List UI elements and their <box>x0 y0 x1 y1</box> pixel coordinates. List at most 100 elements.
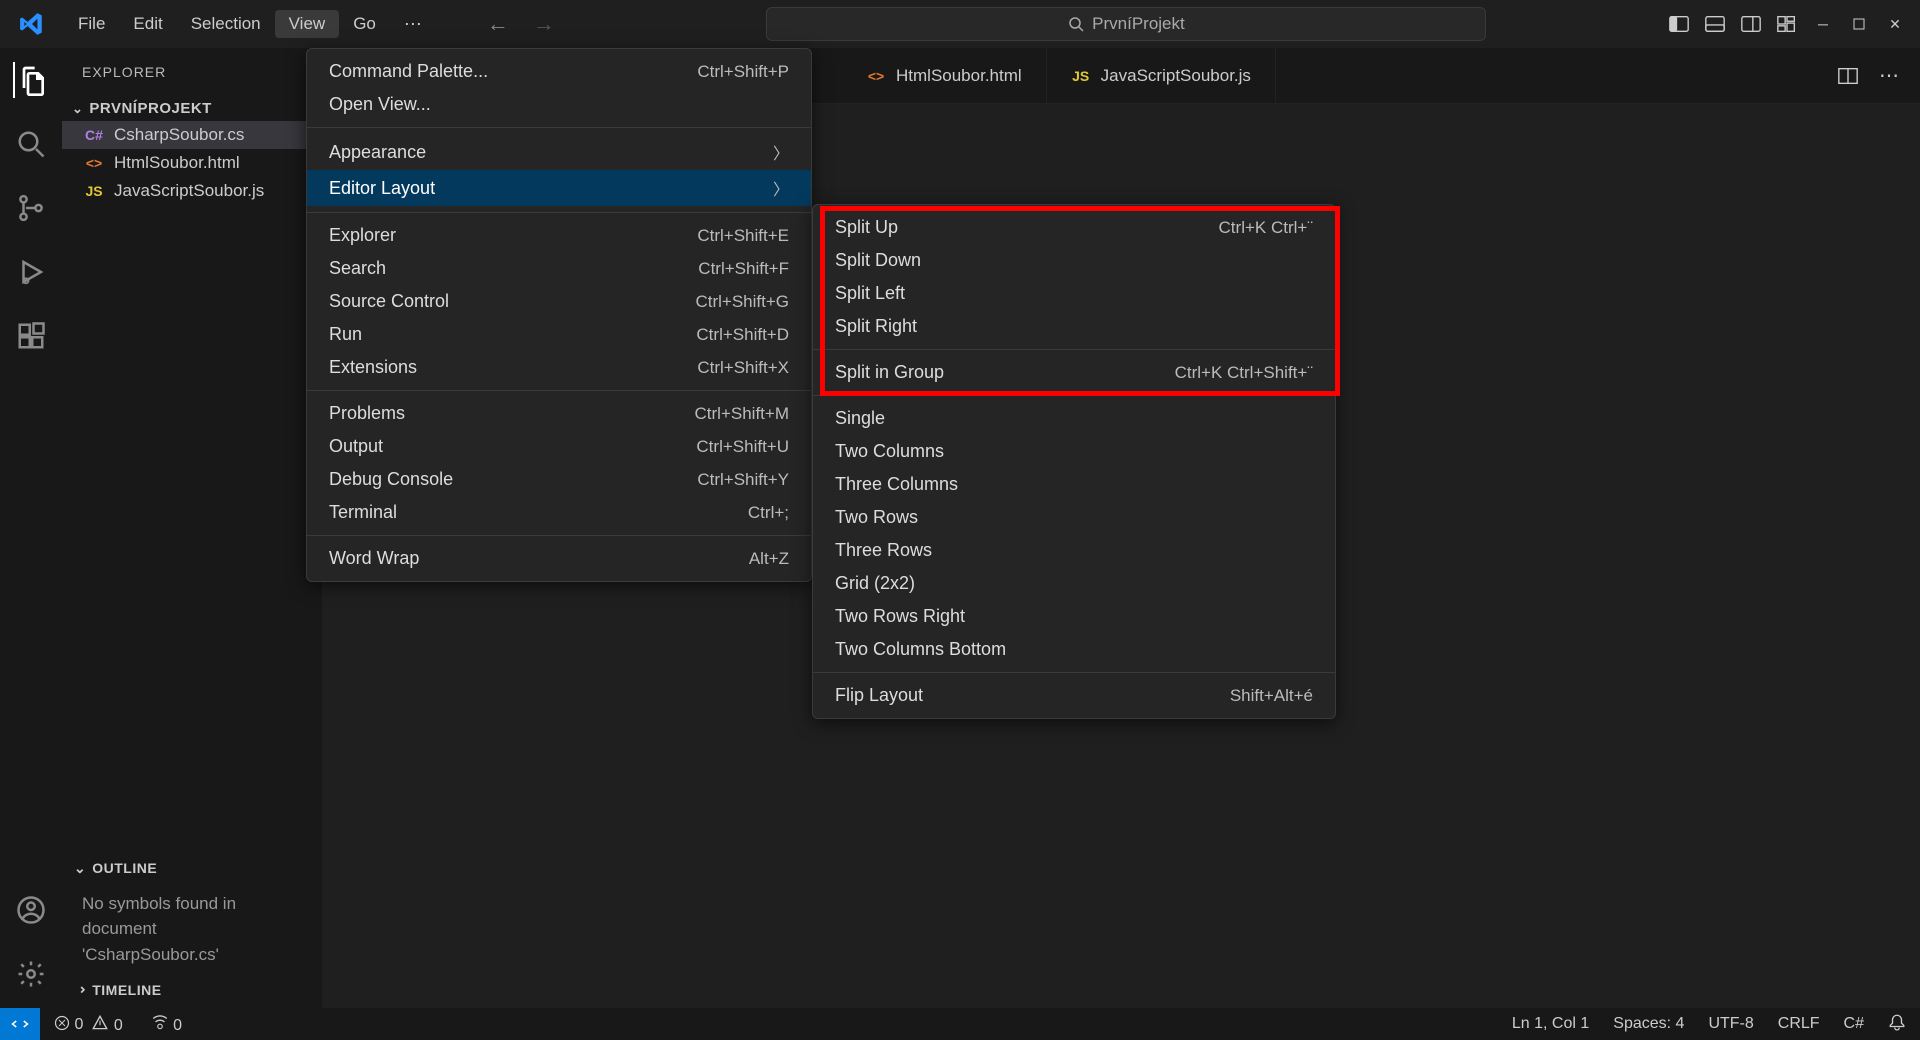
status-language[interactable]: C# <box>1844 1015 1864 1033</box>
nav-arrows: ← → <box>487 11 555 37</box>
activity-source-control-icon[interactable] <box>13 190 49 226</box>
file-row[interactable]: JSJavaScriptSoubor.js <box>62 177 322 205</box>
status-eol[interactable]: CRLF <box>1778 1015 1820 1033</box>
toggle-panel-icon[interactable] <box>1704 13 1726 35</box>
menu-item[interactable]: Two Rows <box>813 501 1335 534</box>
menu-item[interactable]: Problems Ctrl+Shift+M <box>307 397 811 430</box>
menu-item[interactable]: ExplorerCtrl+Shift+E <box>307 219 811 252</box>
window-minimize[interactable]: ─ <box>1812 13 1834 35</box>
menu-item[interactable]: Two Rows Right <box>813 600 1335 633</box>
editor-tab[interactable]: JSJavaScriptSoubor.js <box>1047 48 1276 103</box>
timeline-section: ⌄ TIMELINE <box>62 975 322 1008</box>
file-row[interactable]: <>HtmlSoubor.html <box>62 149 322 177</box>
menu-item[interactable]: Appearance〉 <box>307 134 811 170</box>
menu-go[interactable]: Go <box>339 10 390 38</box>
outline-section: ⌄ OUTLINE No symbols found in document '… <box>62 854 322 976</box>
menu-item[interactable]: Split Left <box>813 277 1335 310</box>
more-actions-icon[interactable]: ⋯ <box>1879 63 1900 88</box>
menu-label: Problems <box>329 403 405 424</box>
menu-item[interactable]: Single <box>813 402 1335 435</box>
menu-selection[interactable]: Selection <box>177 10 275 38</box>
menu-item[interactable]: Split Right <box>813 310 1335 343</box>
window-maximize[interactable] <box>1848 13 1870 35</box>
status-spaces[interactable]: Spaces: 4 <box>1613 1015 1684 1033</box>
toggle-secondary-sidebar-icon[interactable] <box>1740 13 1762 35</box>
menu-item[interactable]: Two Columns <box>813 435 1335 468</box>
menu-label: Debug Console <box>329 469 453 490</box>
activity-settings-icon[interactable] <box>13 956 49 992</box>
shortcut: Ctrl+K Ctrl+¨ <box>1219 218 1313 238</box>
activity-search-icon[interactable] <box>13 126 49 162</box>
menu-item[interactable]: ExtensionsCtrl+Shift+X <box>307 351 811 384</box>
activity-explorer-icon[interactable] <box>13 62 49 98</box>
status-remote-icon[interactable] <box>0 1008 40 1040</box>
nav-forward-icon[interactable]: → <box>533 11 555 37</box>
status-errors[interactable]: 0 <box>54 1015 83 1034</box>
titlebar-right: ─ ✕ <box>1668 13 1906 35</box>
menu-item[interactable]: Flip LayoutShift+Alt+é <box>813 679 1335 712</box>
window-close[interactable]: ✕ <box>1884 13 1906 35</box>
menu-item[interactable]: Three Rows <box>813 534 1335 567</box>
outline-empty: No symbols found in document 'CsharpSoub… <box>62 883 322 976</box>
menu-item[interactable]: Word WrapAlt+Z <box>307 542 811 575</box>
command-center-label: PrvníProjekt <box>1092 14 1185 34</box>
shortcut: Ctrl+Shift+M <box>695 404 789 424</box>
menu-item[interactable]: OutputCtrl+Shift+U <box>307 430 811 463</box>
menu-item[interactable]: Two Columns Bottom <box>813 633 1335 666</box>
nav-back-icon[interactable]: ← <box>487 11 509 37</box>
toggle-primary-sidebar-icon[interactable] <box>1668 13 1690 35</box>
menu-file[interactable]: File <box>64 10 119 38</box>
status-notifications-icon[interactable] <box>1888 1013 1906 1036</box>
shortcut: Ctrl+Shift+E <box>697 226 789 246</box>
editor-tab[interactable]: <>HtmlSoubor.html <box>842 48 1047 103</box>
menu-item[interactable]: Split UpCtrl+K Ctrl+¨ <box>813 211 1335 244</box>
file-icon: <> <box>84 155 104 171</box>
menu-label: Source Control <box>329 291 449 312</box>
activity-run-icon[interactable] <box>13 254 49 290</box>
menu-item[interactable]: Grid (2x2) <box>813 567 1335 600</box>
file-row[interactable]: C#CsharpSoubor.cs <box>62 121 322 149</box>
menu-edit[interactable]: Edit <box>119 10 176 38</box>
outline-header[interactable]: ⌄ OUTLINE <box>62 854 322 883</box>
command-center-input[interactable]: PrvníProjekt <box>766 7 1486 41</box>
menu-item[interactable]: Command Palette...Ctrl+Shift+P <box>307 55 811 88</box>
menu-item[interactable]: SearchCtrl+Shift+F <box>307 252 811 285</box>
statusbar: 0 0 0 Ln 1, Col 1 Spaces: 4 UTF-8 CRLF C… <box>0 1008 1920 1040</box>
menu-label: Terminal <box>329 502 397 523</box>
file-icon: JS <box>1071 68 1091 84</box>
command-center: PrvníProjekt <box>585 7 1668 41</box>
menu-label: Flip Layout <box>835 685 923 706</box>
project-header[interactable]: ⌄ PRVNÍPROJEKT <box>62 96 322 121</box>
menu-item[interactable]: Editor Layout〉 <box>307 170 811 206</box>
timeline-header[interactable]: ⌄ TIMELINE <box>62 975 322 1004</box>
menu-item[interactable]: Open View... <box>307 88 811 121</box>
activity-account-icon[interactable] <box>13 892 49 928</box>
menu-label: Search <box>329 258 386 279</box>
status-encoding[interactable]: UTF-8 <box>1708 1015 1753 1033</box>
menu-label: Command Palette... <box>329 61 488 82</box>
status-warnings[interactable]: 0 <box>91 1014 122 1035</box>
menu-item[interactable]: Split in GroupCtrl+K Ctrl+Shift+¨ <box>813 356 1335 389</box>
menu-overflow[interactable]: ⋯ <box>390 10 437 39</box>
file-icon: JS <box>84 183 104 199</box>
menu-label: Three Rows <box>835 540 932 561</box>
menu-item[interactable]: Source Control Ctrl+Shift+G <box>307 285 811 318</box>
shortcut: Ctrl+Shift+G <box>695 292 789 312</box>
menu-item[interactable]: TerminalCtrl+; <box>307 496 811 529</box>
menu-item[interactable]: Split Down <box>813 244 1335 277</box>
tab-label: HtmlSoubor.html <box>896 66 1022 86</box>
chevron-right-icon: 〉 <box>773 176 789 200</box>
status-ports[interactable]: 0 <box>151 1014 182 1035</box>
menu-view[interactable]: View <box>275 10 340 38</box>
activity-extensions-icon[interactable] <box>13 318 49 354</box>
menu-item[interactable]: Debug ConsoleCtrl+Shift+Y <box>307 463 811 496</box>
separator <box>307 535 811 536</box>
customize-layout-icon[interactable] <box>1776 13 1798 35</box>
separator <box>307 212 811 213</box>
menu-item[interactable]: Three Columns <box>813 468 1335 501</box>
split-editor-icon[interactable] <box>1837 65 1859 87</box>
menu-item[interactable]: RunCtrl+Shift+D <box>307 318 811 351</box>
status-lncol[interactable]: Ln 1, Col 1 <box>1512 1015 1589 1033</box>
menu-label: Appearance <box>329 142 426 163</box>
vscode-logo <box>10 2 54 46</box>
